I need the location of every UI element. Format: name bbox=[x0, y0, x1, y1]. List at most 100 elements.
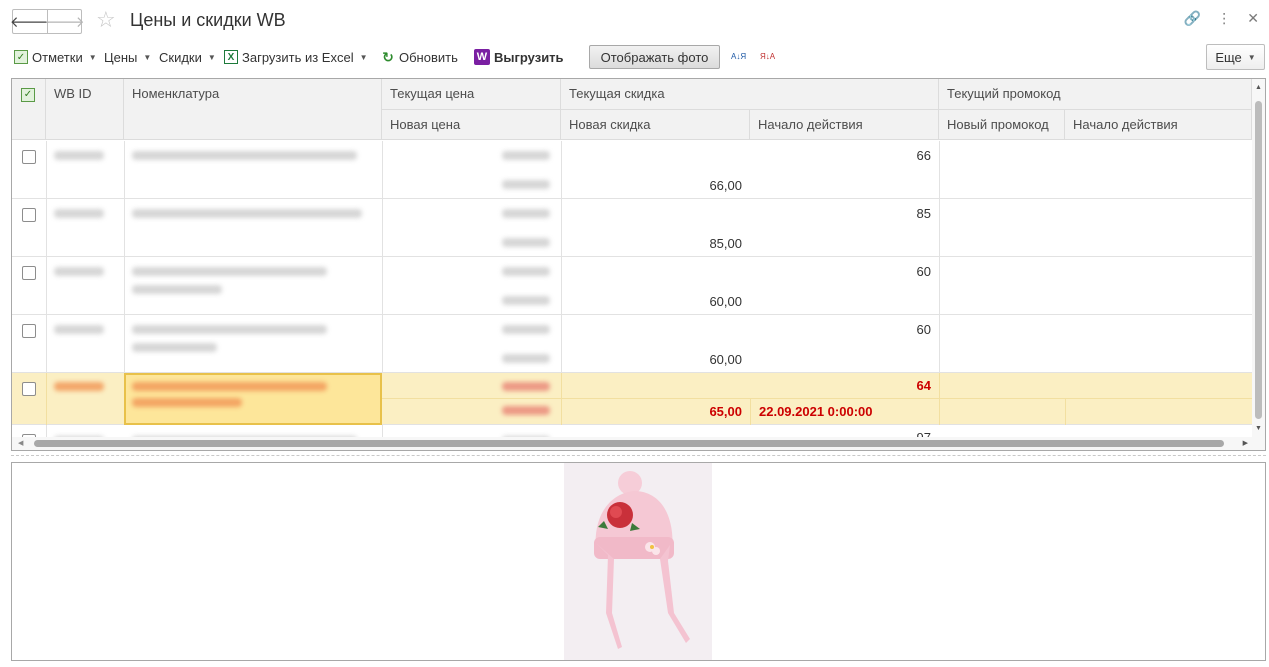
wb-id-blurred bbox=[54, 209, 104, 218]
column-divider bbox=[46, 315, 47, 373]
column-header-new-promo[interactable]: Новый промокод bbox=[939, 110, 1065, 140]
current-price-blurred bbox=[502, 209, 550, 218]
load-excel-menu[interactable]: X Загрузить из Excel ▼ bbox=[224, 44, 368, 70]
column-header-current-price[interactable]: Текущая цена bbox=[382, 79, 561, 110]
new-price-blurred bbox=[502, 180, 550, 189]
horizontal-scrollbar[interactable]: ◀ ▶ bbox=[12, 437, 1252, 450]
nomenclature-blurred bbox=[132, 382, 327, 391]
scroll-down-icon[interactable]: ▼ bbox=[1255, 425, 1262, 432]
row-checkbox[interactable] bbox=[22, 150, 36, 164]
chevron-down-icon: ▼ bbox=[207, 52, 216, 62]
current-price-blurred bbox=[502, 267, 550, 276]
column-header-nomenclature[interactable]: Номенклатура bbox=[124, 79, 382, 140]
wb-id-blurred bbox=[54, 151, 104, 160]
discounts-menu[interactable]: Скидки ▼ bbox=[159, 44, 216, 70]
nav-group: 🡐 🡒 bbox=[10, 9, 85, 34]
window-controls: 🔗 ⋮ ✕ bbox=[1184, 10, 1259, 27]
current-discount-cell: 64 bbox=[916, 378, 931, 393]
chevron-down-icon: ▼ bbox=[143, 52, 152, 62]
scroll-up-icon[interactable]: ▲ bbox=[1255, 84, 1262, 91]
current-price-blurred bbox=[502, 151, 550, 160]
column-divider bbox=[939, 373, 940, 425]
load-excel-label: Загрузить из Excel bbox=[242, 49, 354, 65]
table-row[interactable]: 60 60,00 bbox=[12, 257, 1252, 315]
current-discount-cell: 66 bbox=[916, 148, 931, 163]
show-photo-button[interactable]: Отображать фото bbox=[589, 45, 720, 69]
more-vert-icon[interactable]: ⋮ bbox=[1217, 10, 1231, 27]
wb-id-blurred bbox=[54, 325, 104, 334]
column-header-current-promo[interactable]: Текущий промокод bbox=[939, 79, 1252, 110]
new-price-blurred bbox=[502, 238, 550, 247]
nomenclature-blurred bbox=[132, 151, 357, 160]
column-divider bbox=[382, 199, 383, 257]
excel-icon: X bbox=[224, 50, 238, 64]
toolbar: ✓ Отметки ▼ Цены ▼ Скидки ▼ X Загрузить из … bbox=[0, 44, 1269, 70]
column-header-start[interactable]: Начало действия bbox=[750, 110, 939, 140]
panel-splitter[interactable] bbox=[11, 455, 1266, 456]
table-row[interactable]: 85 85,00 bbox=[12, 199, 1252, 257]
row-checkbox[interactable] bbox=[22, 382, 36, 396]
column-divider bbox=[382, 141, 383, 199]
sort-desc-icon: Я↓А bbox=[760, 52, 776, 61]
more-label: Еще bbox=[1215, 49, 1242, 65]
row-checkbox[interactable] bbox=[22, 266, 36, 280]
row-checkbox[interactable] bbox=[22, 208, 36, 222]
nomenclature-blurred bbox=[132, 398, 242, 407]
column-divider bbox=[382, 315, 383, 373]
column-header-wb-id[interactable]: WB ID bbox=[46, 79, 124, 140]
column-divider bbox=[382, 257, 383, 315]
wb-id-blurred bbox=[54, 382, 104, 391]
table-row[interactable]: 60 60,00 bbox=[12, 315, 1252, 373]
prices-menu[interactable]: Цены ▼ bbox=[104, 44, 151, 70]
prices-table: ✓ WB ID Номенклатура Текущая цена Текуща… bbox=[11, 78, 1266, 451]
chevron-down-icon: ▼ bbox=[359, 52, 368, 62]
column-divider bbox=[46, 373, 47, 425]
row-checkbox[interactable] bbox=[22, 324, 36, 338]
checkmark-list-icon: ✓ bbox=[21, 87, 35, 102]
favorite-star-icon[interactable]: ☆ bbox=[96, 8, 116, 32]
column-divider bbox=[124, 141, 125, 199]
refresh-label: Обновить bbox=[399, 49, 458, 65]
nomenclature-blurred bbox=[132, 209, 362, 218]
scroll-right-icon[interactable]: ▶ bbox=[1243, 437, 1248, 450]
more-button[interactable]: Еще ▼ bbox=[1206, 44, 1265, 70]
table-row-selected[interactable]: 64 65,00 22.09.2021 0:00:00 bbox=[12, 373, 1252, 425]
column-divider bbox=[1065, 399, 1066, 425]
column-header-new-discount[interactable]: Новая скидка bbox=[561, 110, 750, 140]
sort-asc-icon: А↓Я bbox=[731, 52, 747, 61]
marks-menu[interactable]: ✓ Отметки ▼ bbox=[14, 44, 97, 70]
scroll-left-icon[interactable]: ◀ bbox=[18, 437, 23, 450]
column-divider bbox=[939, 315, 940, 373]
marks-label: Отметки bbox=[32, 49, 83, 65]
knit-hat-image bbox=[564, 463, 712, 660]
sort-asc-button[interactable]: А↓Я bbox=[731, 44, 747, 70]
horizontal-scroll-thumb[interactable] bbox=[34, 440, 1224, 447]
export-button[interactable]: W Выгрузить bbox=[474, 44, 564, 70]
vertical-scroll-thumb[interactable] bbox=[1255, 101, 1262, 419]
table-body: ✓ WB ID Номенклатура Текущая цена Текуща… bbox=[12, 79, 1252, 450]
chevron-down-icon: ▼ bbox=[1247, 52, 1256, 62]
sort-desc-button[interactable]: Я↓А bbox=[760, 44, 776, 70]
back-button[interactable]: 🡐 bbox=[10, 10, 50, 33]
column-divider bbox=[46, 257, 47, 315]
column-header-current-discount[interactable]: Текущая скидка bbox=[561, 79, 939, 110]
column-divider bbox=[561, 373, 562, 425]
nomenclature-blurred bbox=[132, 325, 327, 334]
close-icon[interactable]: ✕ bbox=[1247, 10, 1259, 27]
column-divider bbox=[750, 399, 751, 425]
header-select-all[interactable]: ✓ bbox=[12, 79, 46, 140]
discount-start-cell: 22.09.2021 0:00:00 bbox=[759, 404, 873, 419]
column-divider bbox=[46, 141, 47, 199]
column-divider bbox=[561, 199, 562, 257]
table-row[interactable]: 66 66,00 bbox=[12, 141, 1252, 199]
new-discount-cell: 65,00 bbox=[709, 404, 742, 419]
column-divider bbox=[124, 315, 125, 373]
current-price-blurred bbox=[502, 325, 550, 334]
forward-button[interactable]: 🡒 bbox=[44, 10, 85, 33]
link-icon[interactable]: 🔗 bbox=[1184, 10, 1201, 27]
column-header-new-price[interactable]: Новая цена bbox=[382, 110, 561, 140]
refresh-button[interactable]: ↻ Обновить bbox=[381, 44, 458, 70]
export-label: Выгрузить bbox=[494, 49, 564, 65]
column-header-promo-start[interactable]: Начало действия bbox=[1065, 110, 1252, 140]
vertical-scrollbar[interactable]: ▲ ▼ bbox=[1252, 79, 1265, 450]
